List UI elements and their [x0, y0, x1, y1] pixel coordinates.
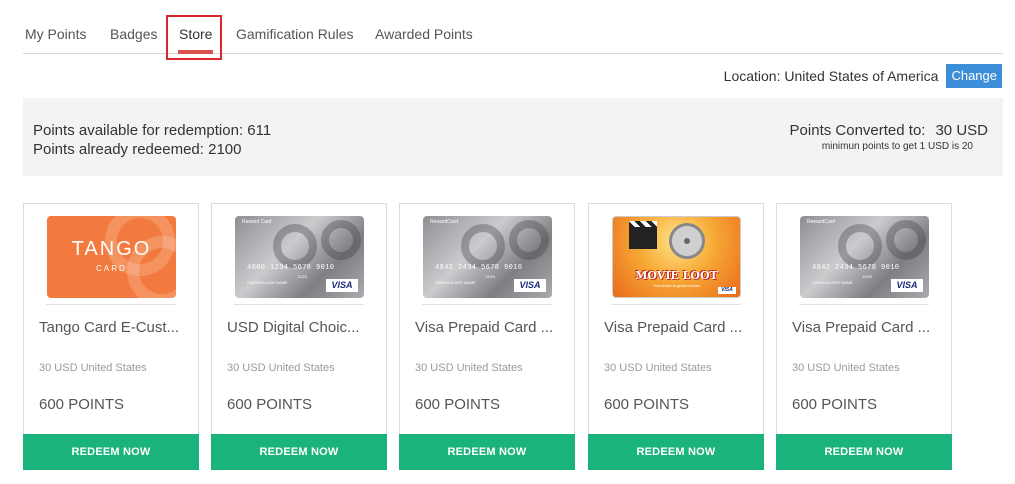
- store-card-4: MOVIE LOOT Your ticket to great movies V…: [588, 203, 764, 470]
- card-subtitle: 30 USD United States: [604, 362, 712, 374]
- card-title[interactable]: Visa Prepaid Card ...: [792, 319, 940, 336]
- card-art-expiry: 12/20: [862, 274, 873, 279]
- card-divider: [799, 304, 929, 305]
- card-subtitle: 30 USD United States: [792, 362, 900, 374]
- store-card-2: Reward Card 4000 1234 5678 9010 12/20 CA…: [211, 203, 387, 470]
- redeem-now-button[interactable]: REDEEM NOW: [23, 434, 199, 470]
- visa-logo-icon: VISA: [514, 279, 546, 292]
- visa-card-image[interactable]: RewardCard 4842 2434 5678 9010 12/20 CAR…: [800, 216, 929, 298]
- card-art-number: 4842 2434 5678 9010: [435, 264, 523, 272]
- tango-brand-text: TANGO: [71, 238, 152, 260]
- card-subtitle: 30 USD United States: [415, 362, 523, 374]
- card-title[interactable]: Visa Prepaid Card ...: [415, 319, 563, 336]
- tango-brand-subtext: CARD: [96, 264, 127, 273]
- card-art-title: MOVIE LOOT: [635, 269, 718, 282]
- tab-my-points[interactable]: My Points: [25, 13, 86, 54]
- clapperboard-icon: [629, 221, 657, 249]
- tab-badges[interactable]: Badges: [110, 13, 157, 54]
- card-art-number: 4842 2434 5678 9010: [812, 264, 900, 272]
- change-location-button[interactable]: Change: [946, 64, 1002, 88]
- card-divider: [234, 304, 364, 305]
- card-title[interactable]: Visa Prepaid Card ...: [604, 319, 752, 336]
- conversion-note: minimun points to get 1 USD is 20: [821, 141, 973, 152]
- card-divider: [611, 304, 741, 305]
- store-card-1: TANGO CARD Tango Card E-Cust... 30 USD U…: [23, 203, 199, 470]
- card-subtitle: 30 USD United States: [39, 362, 147, 374]
- card-art-expiry: 12/20: [485, 274, 496, 279]
- card-art-holder: CARDHOLDER NAME: [247, 280, 288, 285]
- card-points: 600 POINTS: [39, 396, 125, 413]
- card-points: 600 POINTS: [604, 396, 690, 413]
- redeem-now-button[interactable]: REDEEM NOW: [588, 434, 764, 470]
- card-art-expiry: 12/20: [297, 274, 308, 279]
- card-points: 600 POINTS: [415, 396, 501, 413]
- store-card-3: RewardCard 4842 2434 5678 9010 12/20 CAR…: [399, 203, 575, 470]
- redeem-now-button[interactable]: REDEEM NOW: [399, 434, 575, 470]
- tab-gamification-rules[interactable]: Gamification Rules: [236, 13, 354, 54]
- visa-card-image[interactable]: Reward Card 4000 1234 5678 9010 12/20 CA…: [235, 216, 364, 298]
- card-divider: [422, 304, 552, 305]
- card-art-holder: CARDHOLDER NAME: [435, 280, 476, 285]
- card-art-header: RewardCard: [430, 219, 459, 225]
- tango-card-image[interactable]: TANGO CARD: [47, 216, 176, 298]
- visa-logo-icon: VISA: [718, 287, 736, 294]
- card-points: 600 POINTS: [792, 396, 878, 413]
- card-subtitle: 30 USD United States: [227, 362, 335, 374]
- redeem-now-button[interactable]: REDEEM NOW: [776, 434, 952, 470]
- points-redeemed-text: Points already redeemed: 2100: [33, 141, 242, 158]
- card-art-number: 4000 1234 5678 9010: [247, 264, 335, 272]
- card-art-holder: CARDHOLDER NAME: [812, 280, 853, 285]
- visa-logo-icon: VISA: [326, 279, 358, 292]
- redeem-now-button[interactable]: REDEEM NOW: [211, 434, 387, 470]
- location-label: Location: United States of America: [723, 68, 939, 84]
- visa-logo-icon: VISA: [891, 279, 923, 292]
- card-title[interactable]: USD Digital Choic...: [227, 319, 375, 336]
- tab-bar: My Points Badges Store Gamification Rule…: [23, 13, 1003, 54]
- card-art-header: RewardCard: [807, 219, 836, 225]
- card-title[interactable]: Tango Card E-Cust...: [39, 319, 187, 336]
- points-available-text: Points available for redemption: 611: [33, 122, 272, 139]
- card-art-header: Reward Card: [242, 219, 272, 225]
- movie-loot-card-image[interactable]: MOVIE LOOT Your ticket to great movies V…: [612, 216, 741, 298]
- points-converted-label: Points Converted to:: [789, 122, 926, 139]
- store-card-5: RewardCard 4842 2434 5678 9010 12/20 CAR…: [776, 203, 952, 470]
- points-summary-panel: Points available for redemption: 611 Poi…: [23, 98, 1003, 176]
- card-divider: [46, 304, 176, 305]
- points-converted-value: 30 USD: [935, 122, 988, 139]
- card-points: 600 POINTS: [227, 396, 313, 413]
- tab-store[interactable]: Store: [177, 13, 214, 54]
- film-reel-icon: [669, 223, 705, 259]
- location-bar: Location: United States of America Chang…: [724, 64, 1002, 88]
- tab-awarded-points[interactable]: Awarded Points: [375, 13, 473, 54]
- visa-card-image[interactable]: RewardCard 4842 2434 5678 9010 12/20 CAR…: [423, 216, 552, 298]
